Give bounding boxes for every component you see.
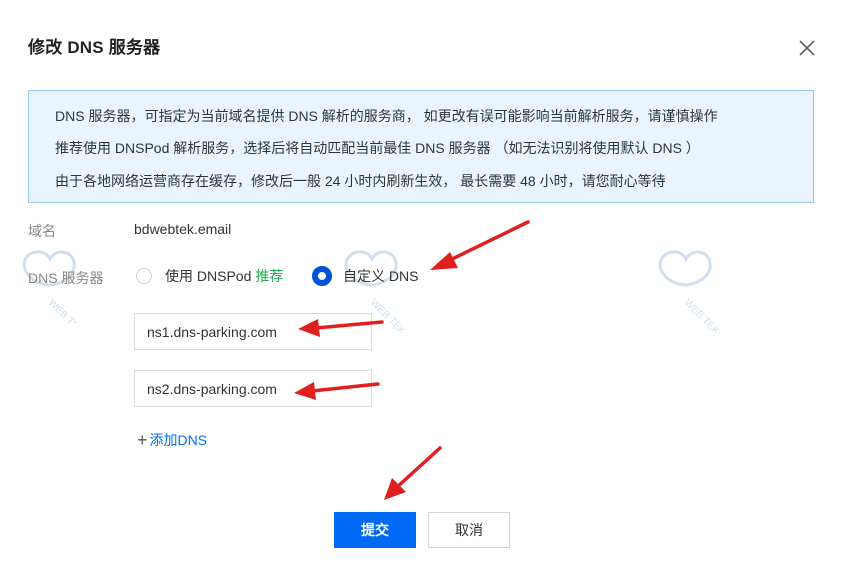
svg-text:WEB TEK: WEB TEK bbox=[682, 297, 722, 333]
notice-box: DNS 服务器，可指定为当前域名提供 DNS 解析的服务商， 如更改有误可能影响… bbox=[28, 90, 814, 203]
watermark-logo-right: WEB TEK bbox=[658, 250, 722, 333]
cancel-button[interactable]: 取消 bbox=[428, 512, 510, 548]
svg-text:WEB TEK: WEB TEK bbox=[46, 297, 86, 323]
ns1-input[interactable] bbox=[134, 313, 372, 350]
radio-label-dnspod: 使用 DNSPod 推荐 bbox=[165, 268, 284, 284]
ns2-input[interactable] bbox=[134, 370, 372, 407]
close-icon[interactable] bbox=[796, 37, 818, 59]
plus-icon: + bbox=[137, 430, 148, 450]
radio-button-custom-selected[interactable] bbox=[312, 266, 332, 286]
notice-line-3: 由于各地网络运营商存在缓存，修改后一般 24 小时内刷新生效， 最长需要 48 … bbox=[55, 173, 666, 189]
recommend-tag: 推荐 bbox=[255, 268, 284, 284]
submit-button[interactable]: 提交 bbox=[334, 512, 416, 548]
add-dns-label: 添加DNS bbox=[149, 432, 208, 448]
domain-value: bdwebtek.email bbox=[134, 221, 232, 237]
radio-button-dnspod[interactable] bbox=[136, 268, 152, 284]
domain-label: 域名 bbox=[28, 223, 56, 239]
radio-option-dnspod[interactable]: 使用 DNSPod 推荐 bbox=[136, 265, 283, 287]
dns-server-label: DNS 服务器 bbox=[28, 270, 104, 286]
dialog-title: 修改 DNS 服务器 bbox=[28, 38, 161, 57]
annotation-arrow-submit bbox=[384, 446, 442, 500]
radio-label-custom: 自定义 DNS bbox=[343, 268, 419, 284]
notice-line-1: DNS 服务器，可指定为当前域名提供 DNS 解析的服务商， 如更改有误可能影响… bbox=[55, 108, 718, 124]
notice-line-2: 推荐使用 DNSPod 解析服务，选择后将自动匹配当前最佳 DNS 服务器 （如… bbox=[55, 140, 700, 156]
add-dns-link[interactable]: + 添加DNS bbox=[137, 430, 207, 450]
annotation-arrow-custom-dns bbox=[430, 220, 530, 270]
radio-option-custom[interactable]: 自定义 DNS bbox=[312, 265, 418, 287]
svg-text:WEB TEK: WEB TEK bbox=[368, 297, 408, 333]
dns-dialog: 修改 DNS 服务器 DNS 服务器，可指定为当前域名提供 DNS 解析的服务商… bbox=[0, 0, 845, 577]
